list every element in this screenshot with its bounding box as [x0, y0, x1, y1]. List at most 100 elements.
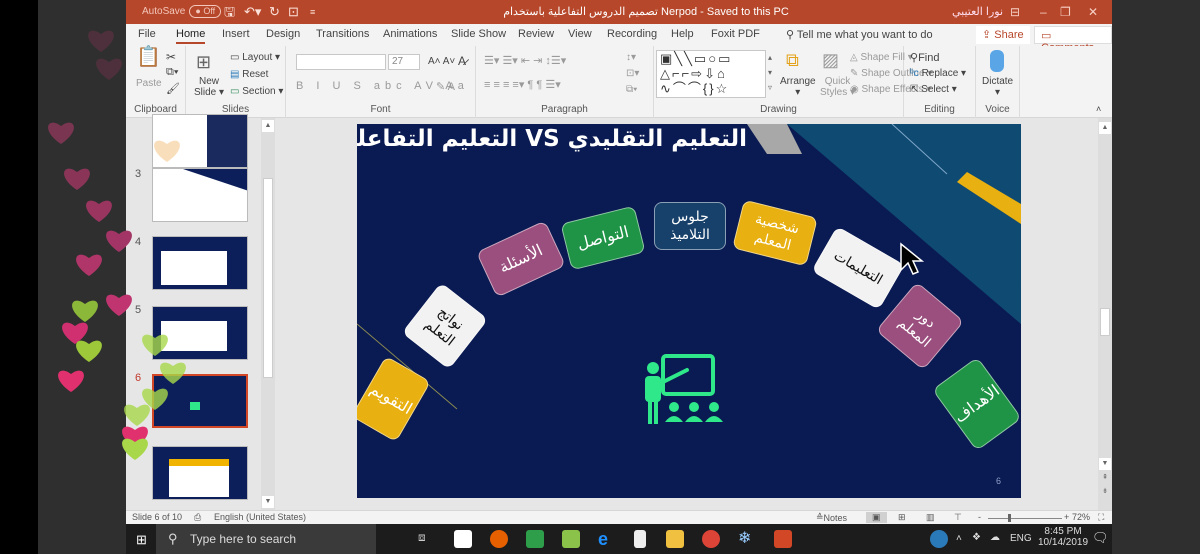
customize-icon[interactable]: ≡	[310, 0, 315, 24]
undo-icon[interactable]: ↶▾	[244, 0, 261, 24]
shapes-gallery[interactable]: ▣╲╲▭○▭ △⌐⌐⇨⇩⌂ ∿⌒⌒{}☆	[656, 50, 766, 98]
gallery-scroll-icon[interactable]: ▴ ▾ ▿	[768, 50, 772, 95]
microphone-icon[interactable]	[990, 50, 1004, 72]
arrange-icon[interactable]: ⧉	[786, 50, 799, 71]
smartart-icon[interactable]: ⧉▾	[626, 84, 637, 95]
scroll-thumb[interactable]	[263, 178, 273, 378]
onedrive-icon[interactable]: ☁	[990, 532, 1000, 543]
tab-insert[interactable]: Insert	[222, 28, 250, 40]
ribbon-display-icon[interactable]: ⊟	[1010, 0, 1020, 24]
increase-font-icon[interactable]: A˄ A˅	[428, 56, 455, 67]
slide-thumbnail[interactable]	[152, 446, 248, 500]
spellcheck-icon[interactable]: ⎙	[194, 512, 201, 523]
autosave-toggle[interactable]: AutoSave ● Off	[142, 0, 222, 24]
windows-start-icon[interactable]: ⊞	[136, 532, 147, 548]
slideshow-view-icon[interactable]: ⊤	[954, 512, 962, 523]
font-color-icon[interactable]: ✎ A	[436, 80, 455, 93]
slide-thumbnail[interactable]	[152, 168, 248, 222]
replace-button[interactable]: ᵇc Replace ▾	[910, 68, 966, 79]
dictate-button[interactable]: Dictate ▾	[982, 76, 1013, 98]
slide-thumbnail-selected[interactable]	[152, 374, 248, 428]
scroll-down-icon[interactable]: ▼	[1099, 458, 1111, 470]
slide-sorter-icon[interactable]: ⊞	[898, 512, 906, 523]
copy-icon[interactable]: ⧉▾	[166, 66, 178, 79]
text-direction-icon[interactable]: ↕▾	[626, 52, 636, 63]
chrome-icon[interactable]	[702, 530, 720, 548]
tab-file[interactable]: File	[138, 28, 156, 40]
notes-button[interactable]: ≙ Notes	[816, 512, 847, 523]
quick-styles-icon[interactable]: ▨	[822, 50, 839, 71]
thumbnails-scrollbar[interactable]: ▲ ▼	[261, 118, 275, 510]
tab-view[interactable]: View	[568, 28, 592, 40]
next-slide-icon[interactable]: ⇟	[1099, 486, 1111, 498]
redo-icon[interactable]: ↻	[269, 0, 280, 24]
user-name[interactable]: نورا العتيبي	[952, 0, 1003, 24]
tab-animations[interactable]: Animations	[383, 28, 437, 40]
align-icon[interactable]: ≡ ≡ ≡ ≡▾ ¶ ¶ ☰▾	[484, 78, 561, 91]
canvas-scrollbar[interactable]: ▲ ▼ ⇞ ⇟	[1098, 118, 1112, 510]
align-text-icon[interactable]: ⊡▾	[626, 68, 639, 79]
tell-me-search[interactable]: ⚲ Tell me what you want to do	[786, 28, 933, 41]
slide[interactable]: التعليم التقليدي VS التعليم التفاعلي الت…	[357, 124, 1021, 498]
tab-help[interactable]: Help	[671, 28, 694, 40]
clock[interactable]: 8:45 PM 10/14/2019	[1038, 526, 1088, 548]
help-icon[interactable]	[930, 530, 948, 548]
show-hidden-icons[interactable]: ˄	[956, 533, 962, 544]
dropbox-icon[interactable]: ❖	[972, 532, 981, 543]
zoom-level[interactable]: 72%	[1072, 512, 1090, 522]
tab-review[interactable]: Review	[518, 28, 554, 40]
scroll-up-icon[interactable]: ▲	[1099, 122, 1111, 134]
slide-title[interactable]: التعليم التقليدي VS التعليم التفاعلي	[357, 126, 747, 152]
tab-home[interactable]: Home	[176, 28, 206, 44]
layout-button[interactable]: ▭ Layout ▾	[230, 52, 280, 63]
slide-thumbnail[interactable]	[152, 306, 248, 360]
edge-icon[interactable]: e	[598, 530, 616, 548]
snowflake-app-icon[interactable]: ❄	[738, 530, 756, 548]
file-icon[interactable]	[634, 530, 646, 548]
paste-button[interactable]: Paste	[136, 78, 162, 89]
format-painter-icon[interactable]: 🖌	[166, 82, 180, 95]
share-button[interactable]: ⇪ Share	[976, 26, 1030, 44]
zoom-slider[interactable]	[988, 518, 1062, 519]
save-icon[interactable]: 🖫	[224, 0, 235, 24]
collapse-ribbon-icon[interactable]: ˄	[1096, 104, 1101, 114]
firefox-icon[interactable]	[490, 530, 508, 548]
cloud-app-icon[interactable]	[562, 530, 580, 548]
autosave-switch[interactable]: ● Off	[189, 4, 222, 18]
cut-icon[interactable]: ✂	[166, 50, 176, 64]
clear-formatting-icon[interactable]: A̷	[458, 54, 466, 68]
font-size-input[interactable]: 27	[388, 54, 420, 70]
close-icon[interactable]: ✕	[1088, 0, 1098, 24]
section-button[interactable]: ▭ Section ▾	[230, 86, 283, 97]
previous-slide-icon[interactable]: ⇞	[1099, 472, 1111, 484]
action-center-icon[interactable]: 🗨	[1092, 530, 1109, 546]
arrange-button[interactable]: Arrange ▾	[780, 76, 816, 98]
font-name-input[interactable]	[296, 54, 386, 70]
present-icon[interactable]: ⊡	[288, 0, 299, 24]
taskbar-search-input[interactable]: ⚲ Type here to search	[156, 524, 376, 554]
tab-recording[interactable]: Recording	[607, 28, 657, 40]
paste-icon[interactable]: 📋	[136, 47, 161, 67]
powerpoint-icon[interactable]	[774, 530, 792, 548]
slide-thumbnail[interactable]	[152, 114, 248, 168]
scroll-thumb[interactable]	[1100, 308, 1110, 336]
zoom-in-button[interactable]: +	[1064, 512, 1069, 522]
new-slide-button[interactable]: New Slide ▾	[194, 76, 224, 98]
tab-foxit-pdf[interactable]: Foxit PDF	[711, 28, 760, 40]
tab-transitions[interactable]: Transitions	[316, 28, 369, 40]
scroll-down-icon[interactable]: ▼	[262, 496, 274, 508]
restore-icon[interactable]: ❐	[1060, 0, 1071, 24]
select-button[interactable]: ⇱ Select ▾	[910, 84, 957, 95]
reading-view-icon[interactable]: ▥	[926, 512, 935, 523]
notes-app-icon[interactable]	[526, 530, 544, 548]
reset-button[interactable]: ▤ Reset	[230, 69, 268, 80]
comments-button[interactable]: ▭ Comments	[1034, 26, 1112, 54]
find-button[interactable]: ⚲Find	[910, 51, 939, 64]
language-status[interactable]: English (United States)	[214, 512, 306, 522]
bullets-icon[interactable]: ☰▾ ☰▾ ⇤ ⇥ ↕☰▾	[484, 54, 566, 67]
new-slide-icon[interactable]: ⊞	[196, 52, 211, 73]
slide-thumbnail[interactable]	[152, 236, 248, 290]
tab-slide-show[interactable]: Slide Show	[451, 28, 506, 40]
minimize-icon[interactable]: –	[1040, 0, 1047, 24]
language-indicator[interactable]: ENG	[1010, 533, 1032, 544]
